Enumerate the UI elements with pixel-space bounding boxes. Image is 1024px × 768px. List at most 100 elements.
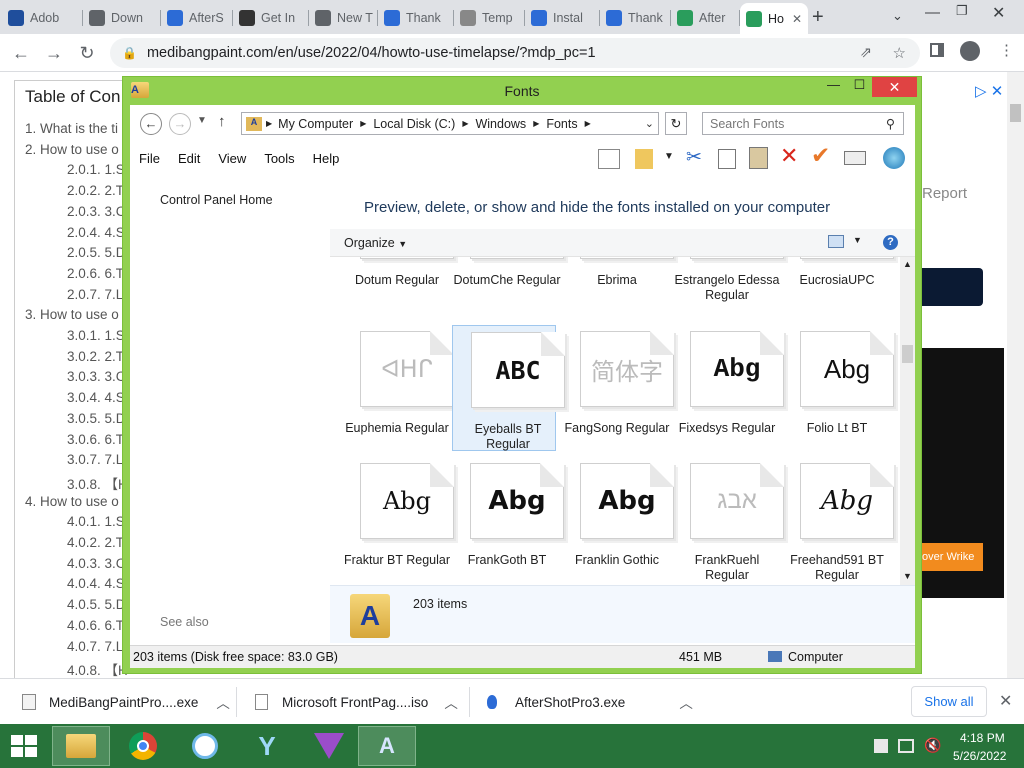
breadcrumb-fonts[interactable]: Fonts [546,117,577,131]
font-tile[interactable]: Abg Franklin Gothic [562,457,674,583]
control-panel-home-link[interactable]: Control Panel Home [160,193,273,207]
font-tile[interactable]: Ebrima [562,257,674,303]
scroll-up-icon[interactable]: ▲ [903,259,912,269]
search-fonts-input[interactable]: Search Fonts ⚲ [702,112,904,135]
browser-tab[interactable]: New T [309,5,377,31]
browser-tab[interactable]: Down [83,5,160,31]
restore-button[interactable]: ❐ [956,3,968,19]
back-arrow-icon[interactable]: ← [140,113,162,135]
back-icon[interactable]: ← [10,43,32,64]
prism-icon[interactable] [300,726,358,766]
font-tile[interactable]: Abg Folio Lt BT [782,325,894,451]
font-tile[interactable]: Estrangelo Edessa Regular [672,257,784,303]
font-tile[interactable]: אבג FrankRuehl Regular [672,457,784,583]
font-tile[interactable]: ᐊᕼᒋ Euphemia Regular [342,325,454,451]
toc-item[interactable]: 4.0.2. 2.Ti [67,535,127,550]
toc-item[interactable]: 4.0.4. 4.S [67,576,125,591]
tab-search-icon[interactable]: ⌄ [892,8,903,24]
fonts-icon[interactable]: A [358,726,416,766]
browser-tab[interactable]: Get In [233,5,308,31]
layout-pane-icon[interactable] [598,149,620,169]
font-tile[interactable]: ABC Eyeballs BT Regular [452,325,565,451]
menu-kebab-icon[interactable]: ⋮ [999,41,1014,59]
menu-tools[interactable]: Tools [255,151,303,166]
menu-help[interactable]: Help [304,151,349,166]
browser-tab[interactable]: Thank [378,5,453,31]
action-center-icon[interactable] [874,739,888,753]
toc-item[interactable]: 2.0.4. 4.S [67,225,125,240]
browser-tab[interactable]: After [671,5,739,31]
font-tile[interactable]: EucrosiaUPC [782,257,894,303]
download-item-frontpage[interactable]: Microsoft FrontPag....iso ︿ [255,679,458,725]
toc-item[interactable]: 2.0.5. 5.D [67,245,126,260]
folder-check-icon[interactable] [635,149,653,169]
browser-tab[interactable]: Thank [600,5,670,31]
breadcrumb-local-disk[interactable]: Local Disk (C:) [373,117,455,131]
toc-item[interactable]: 3.0.3. 3.C [67,369,126,384]
chevron-up-icon[interactable]: ︿ [216,692,230,712]
bookmark-star-icon[interactable]: ☆ [893,44,906,62]
file-explorer-icon[interactable] [52,726,110,766]
toc-item[interactable]: 4. How to use o [25,494,119,509]
font-tile[interactable]: DotumChe Regular [452,257,564,303]
browser-tab[interactable]: Ho ✕ [740,3,808,34]
clock-date[interactable]: 5/26/2022 [953,749,1006,763]
menu-edit[interactable]: Edit [169,151,209,166]
toc-item[interactable]: 2.0.2. 2.Ti [67,183,127,198]
browser-tab[interactable]: Adob [2,5,82,31]
toc-item[interactable]: 4.0.5. 5.D [67,597,126,612]
view-dropdown-icon[interactable]: ▼ [853,235,862,245]
network-icon[interactable] [898,739,914,753]
close-tab-icon[interactable]: ✕ [792,12,802,26]
address-bar[interactable]: 🔒 medibangpaint.com/en/use/2022/04/howto… [110,38,920,68]
toc-item[interactable]: 3. How to use o [25,307,119,322]
toc-item[interactable]: 1. What is the ti [25,121,118,136]
ad-dark-button[interactable] [920,268,983,306]
medibang-icon[interactable] [176,726,234,766]
page-scrollbar[interactable] [1007,72,1024,678]
scroll-thumb[interactable] [902,345,913,363]
ad-close-icon[interactable]: ▷ ✕ [975,82,1003,100]
menu-view[interactable]: View [209,151,255,166]
toc-item[interactable]: 2.0.3. 3.C [67,204,126,219]
toc-item[interactable]: 2. How to use o [25,142,119,157]
minimize-button[interactable]: — [925,4,940,21]
download-item-medibang[interactable]: MediBangPaintPro....exe ︿ [22,679,230,725]
toc-item[interactable]: 3.0.1. 1.S [67,328,125,343]
breadcrumb[interactable]: A ▶ My Computer ▶ Local Disk (C:) ▶ Wind… [241,112,659,135]
reload-icon[interactable]: ↻ [76,43,98,64]
font-tile[interactable]: 简体字 FangSong Regular [562,325,674,451]
chevron-up-icon[interactable]: ︿ [679,692,693,712]
folder-dropdown-icon[interactable]: ▼ [664,151,674,162]
paste-icon[interactable] [749,147,768,169]
new-tab-button[interactable]: + [812,6,824,29]
download-item-aftershot[interactable]: AfterShotPro3.exe ︿ [487,679,693,725]
close-browser-button[interactable]: ✕ [992,3,1005,23]
view-options-icon[interactable] [828,235,844,248]
fonts-scrollbar[interactable]: ▲ ▼ [900,257,915,585]
search-icon[interactable]: ⚲ [886,116,895,131]
toc-item[interactable]: 4.0.1. 1.S [67,514,125,529]
start-button[interactable] [0,726,48,766]
delete-icon[interactable]: ✕ [780,143,798,169]
browser-tab[interactable]: Temp [454,5,524,31]
show-all-button[interactable]: Show all [911,686,987,717]
forward-arrow-icon[interactable]: → [169,113,191,135]
cut-icon[interactable]: ✂ [686,146,702,169]
share-icon[interactable]: ⇗ [860,45,872,61]
chrome-icon[interactable] [114,726,172,766]
window-close-button[interactable]: ✕ [872,77,917,97]
report-link[interactable]: Report [922,185,967,202]
close-downloads-icon[interactable]: ✕ [999,691,1012,711]
forward-icon[interactable]: → [43,43,65,64]
window-minimize-button[interactable]: — [820,77,847,97]
browser-tab[interactable]: AfterS [161,5,232,31]
globe-icon[interactable] [883,147,905,169]
toc-item[interactable]: 2.0.1. 1.S [67,162,125,177]
toc-item[interactable]: 4.0.8. 【H [67,659,128,679]
browser-tab[interactable]: Instal [525,5,599,31]
menu-file[interactable]: File [130,151,169,166]
aftershot-icon[interactable]: Y [238,726,296,766]
toc-item[interactable]: 2.0.6. 6.Ti [67,266,127,281]
page-scroll-thumb[interactable] [1010,104,1021,122]
